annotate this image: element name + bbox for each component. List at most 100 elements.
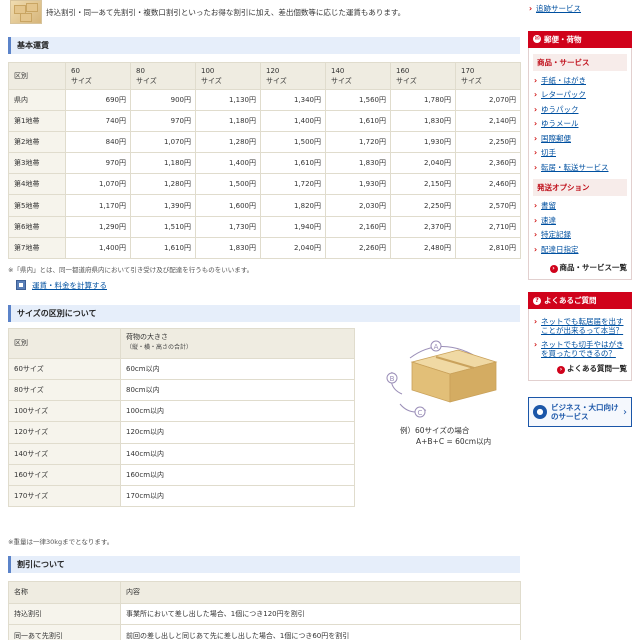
chevron-right-icon: ›	[623, 406, 627, 418]
sidebar-product-link[interactable]: 国際郵便	[541, 134, 571, 143]
rate-cell: 2,250円	[455, 131, 521, 154]
rate-row: 第3地帯 970円 1,180円 1,400円 1,610円 1,830円 2,040円 2,…	[8, 152, 521, 175]
intro: 持込割引・同一あて先割引・複数口割引といったお得な割引に加え、差出個数等に応じた…	[8, 0, 520, 30]
size-value: 60cm以内	[120, 357, 355, 380]
rate-row: 第7地帯 1,400円 1,610円 1,830円 2,040円 2,260円 2,480円…	[8, 236, 521, 259]
size-row: 80サイズ 80cm以内	[8, 378, 355, 402]
discount-name: 同一あて先割引	[8, 624, 121, 640]
sidebar: 追跡サービス ✉ 郵便・荷物 商品・サービス 手紙・はがきレターパックゆうパック…	[528, 0, 632, 427]
faq-panel-header: ? よくあるご質問	[528, 292, 632, 309]
rate-cell: 1,510円	[130, 215, 196, 238]
rate-cell: 690円	[65, 88, 131, 112]
rate-row: 第2地帯 840円 1,070円 1,280円 1,500円 1,720円 1,930円 2,…	[8, 131, 521, 154]
sidebar-product-link[interactable]: ゆうメール	[541, 119, 579, 128]
rate-cell: 1,400円	[260, 110, 326, 133]
rate-cell: 1,180円	[130, 152, 196, 175]
rate-cell: 2,140円	[455, 110, 521, 133]
rate-cell: 1,780円	[390, 88, 456, 112]
sidebar-product-link[interactable]: 切手	[541, 148, 556, 157]
discount-name-header: 名称	[8, 580, 121, 604]
size-header: 120 サイズ	[260, 62, 326, 90]
rate-cell: 1,130円	[195, 88, 261, 112]
dim-c-label: C	[418, 409, 423, 417]
dim-a-label: A	[434, 343, 439, 351]
rate-cell: 1,610円	[325, 110, 391, 133]
rate-cell: 2,040円	[260, 236, 326, 259]
rate-cell: 1,930円	[390, 131, 456, 154]
zone-label: 第6地帯	[8, 215, 66, 238]
size-label: 60サイズ	[8, 357, 121, 380]
discount-row: 持込割引 事業所において差し出した場合、1個につき120円を割引	[8, 602, 521, 626]
zone-label: 第1地帯	[8, 110, 66, 133]
basic-rates-heading: 基本運賃	[8, 37, 520, 54]
products-list-link[interactable]: › 商品・サービス一覧	[533, 262, 627, 273]
prefecture-note: ※「県内」とは、同一都道府県内において引き受け及び配達を行うものをいいます。	[8, 265, 254, 274]
rate-cell: 1,390円	[130, 194, 196, 217]
size-value: 140cm以内	[120, 442, 355, 465]
size-label: 100サイズ	[8, 400, 121, 423]
box-dimension-illustration: A B C	[386, 340, 498, 418]
rate-cell: 1,280円	[130, 173, 196, 196]
rate-cell: 2,810円	[455, 236, 521, 259]
rate-cell: 2,030円	[325, 194, 391, 217]
rate-row: 県内 690円 900円 1,130円 1,340円 1,560円 1,780円 2,070円	[8, 88, 521, 112]
zone-label: 県内	[8, 88, 66, 112]
faq-panel: ? よくあるご質問 ネットでも転居届を出すことが出来るって本当？ ネットでも切手や…	[528, 292, 632, 381]
discount-content: 前回の差し出しと同じあて先に差し出した場合、1個につき60円を割引	[120, 624, 521, 640]
sidebar-option-link[interactable]: 特定記録	[541, 230, 571, 239]
intro-text: 持込割引・同一あて先割引・複数口割引といったお得な割引に加え、差出個数等に応じた…	[46, 8, 406, 17]
sidebar-list-item: 特定記録	[533, 228, 627, 243]
parcel-thumbnail-icon	[10, 0, 42, 24]
faq-question-link[interactable]: ネットでも転居届を出すことが出来るって本当？	[541, 317, 624, 335]
rate-cell: 900円	[130, 88, 196, 112]
rate-cell: 1,400円	[195, 152, 261, 175]
business-services-button[interactable]: ● ビジネス・大口向け のサービス ›	[528, 397, 632, 427]
sidebar-option-link[interactable]: 速達	[541, 216, 556, 225]
mail-panel-icon: ✉	[533, 35, 541, 43]
zone-label: 第4地帯	[8, 173, 66, 196]
rate-cell: 1,830円	[195, 236, 261, 259]
discount-content: 事業所において差し出した場合、1個につき120円を割引	[120, 602, 521, 626]
rate-row: 第1地帯 740円 970円 1,180円 1,400円 1,610円 1,830円 2,14…	[8, 110, 521, 133]
rate-cell: 2,370円	[390, 215, 456, 238]
sidebar-list-item: 書留	[533, 199, 627, 214]
faq-question-link[interactable]: ネットでも切手やはがきを買ったりできるの？	[541, 340, 624, 358]
tracking-link[interactable]: 追跡サービス	[536, 4, 581, 13]
size-section-heading: サイズの区別について	[8, 304, 520, 322]
discount-name: 持込割引	[8, 602, 121, 626]
size-section: 区別 荷物の大きさ （縦・横・高さの合計） 60サイズ 60cm以内 80サイズ 80c…	[8, 327, 520, 534]
size-row: 100サイズ 100cm以内	[8, 400, 355, 423]
sidebar-option-link[interactable]: 配達日指定	[541, 245, 579, 254]
weight-note: ※重量は一律30kgまでとなります。	[8, 537, 114, 546]
sidebar-list-item: ネットでも転居届を出すことが出来るって本当？	[533, 317, 627, 335]
faq-list-link[interactable]: › よくある質問一覧	[533, 363, 627, 374]
rate-cell: 1,400円	[65, 236, 131, 259]
size-header: 140 サイズ	[325, 62, 391, 90]
rate-row: 第6地帯 1,290円 1,510円 1,730円 1,940円 2,160円 2,370円…	[8, 215, 521, 238]
zone-label: 第7地帯	[8, 236, 66, 259]
rate-cell: 2,360円	[455, 152, 521, 175]
size-row: 160サイズ 160cm以内	[8, 463, 355, 486]
sidebar-option-link[interactable]: 書留	[541, 201, 556, 210]
calc-rate-link[interactable]: 運賃・料金を計算する	[32, 280, 107, 291]
sidebar-product-link[interactable]: 転居・転送サービス	[541, 163, 609, 172]
rate-cell: 2,070円	[455, 88, 521, 112]
question-icon: ?	[533, 296, 541, 305]
rate-cell: 1,280円	[195, 131, 261, 154]
sidebar-list-item: 切手	[533, 146, 627, 161]
person-icon: ●	[533, 405, 547, 419]
size-value: 100cm以内	[120, 400, 355, 423]
rate-cell: 1,600円	[195, 194, 261, 217]
rate-cell: 1,720円	[260, 173, 326, 196]
sidebar-product-link[interactable]: レターパック	[541, 90, 586, 99]
sidebar-product-link[interactable]: 手紙・はがき	[541, 76, 586, 85]
sidebar-product-link[interactable]: ゆうパック	[541, 105, 579, 114]
mail-panel: ✉ 郵便・荷物 商品・サービス 手紙・はがきレターパックゆうパックゆうメール国際…	[528, 30, 632, 280]
discount-table: 名称 内容 持込割引 事業所において差し出した場合、1個につき120円を割引 同一あ…	[8, 580, 521, 640]
category-products: 商品・サービス	[533, 53, 627, 71]
size-value: 80cm以内	[120, 378, 355, 402]
rate-cell: 970円	[130, 110, 196, 133]
size-header: 170 サイズ	[455, 62, 521, 90]
size-header: 100 サイズ	[195, 62, 261, 90]
size-label: 170サイズ	[8, 484, 121, 508]
